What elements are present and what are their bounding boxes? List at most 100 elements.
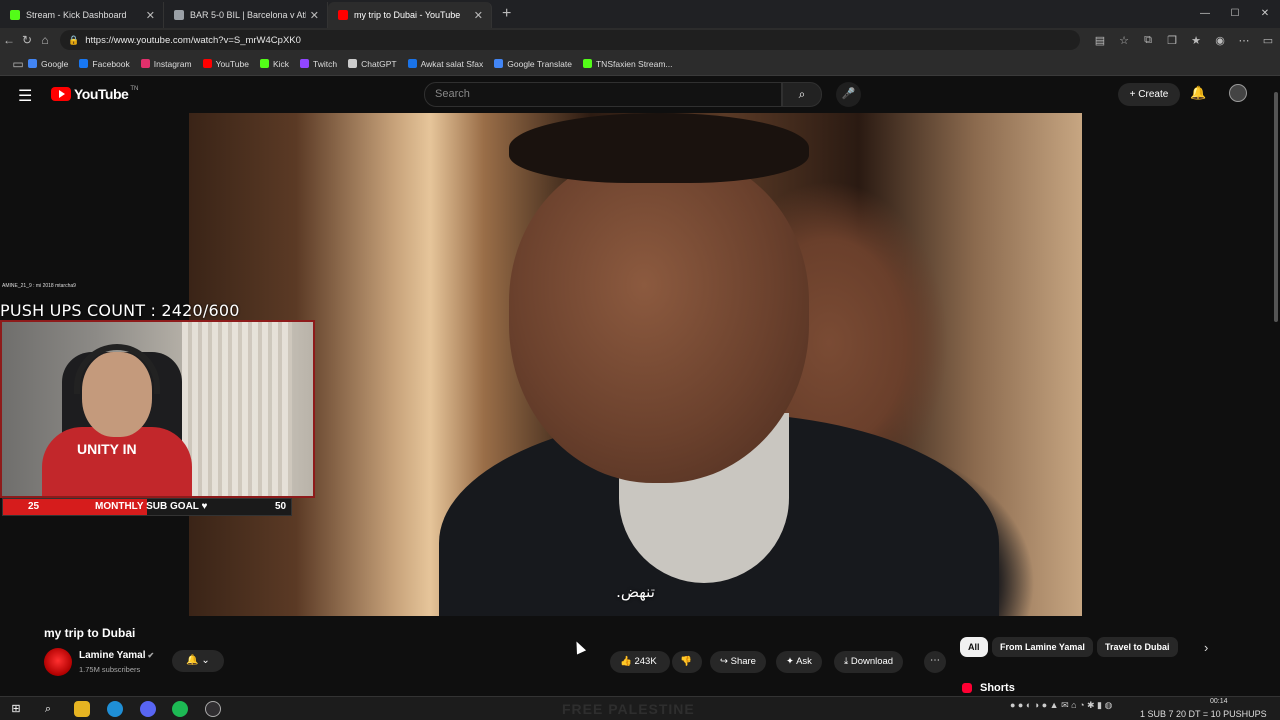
scrollbar-thumb[interactable] — [1274, 92, 1278, 322]
create-label: Create — [1138, 89, 1169, 100]
download-button[interactable]: ⤓ Download — [834, 651, 904, 673]
maximize-button[interactable]: ☐ — [1220, 0, 1250, 28]
bookmarks-bar: ▭ Google Facebook Instagram YouTube Kick… — [0, 52, 1280, 76]
profile-icon[interactable]: ◉ — [1208, 34, 1232, 47]
youtube-logo[interactable]: YouTube TN — [51, 86, 138, 102]
video-player[interactable]: تنهض. — [189, 113, 1082, 616]
bookmark-label: ChatGPT — [361, 58, 397, 69]
bookmark-translate[interactable]: Google Translate — [494, 59, 572, 69]
thumbs-up-icon: 👍 — [620, 656, 632, 667]
youtube-icon — [338, 10, 348, 20]
youtube-play-icon — [51, 87, 71, 101]
dislike-button[interactable]: 👎 — [672, 651, 702, 673]
subscription-bell-button[interactable]: 🔔 ⌄ — [172, 650, 224, 672]
file-explorer-icon[interactable] — [74, 701, 90, 717]
url-field[interactable]: 🔒 https://www.youtube.com/watch?v=S_mrW4… — [60, 30, 1080, 50]
sparkle-icon: ✦ — [786, 656, 794, 667]
notifications-bell-icon[interactable]: 🔔 — [1190, 85, 1206, 101]
collections-icon[interactable]: ❐ — [1160, 34, 1184, 47]
bookmark-kick[interactable]: Kick — [259, 59, 289, 69]
channel-avatar[interactable] — [44, 648, 72, 676]
share-icon: ↪ — [720, 656, 728, 667]
bookmark-instagram[interactable]: Instagram — [140, 59, 192, 69]
close-icon[interactable]: ✕ — [310, 9, 319, 22]
close-icon[interactable]: ✕ — [474, 9, 483, 22]
chip-travel-to-dubai[interactable]: Travel to Dubai — [1097, 637, 1178, 657]
logo-text: YouTube — [74, 86, 129, 102]
chevron-right-icon[interactable]: › — [1204, 640, 1208, 655]
search-icon[interactable]: ⌕ — [40, 701, 56, 717]
subscriber-count: 1.75M subscribers — [79, 665, 141, 674]
create-button[interactable]: + Create — [1118, 83, 1180, 106]
menu-dots-icon[interactable]: ⋯ — [1232, 34, 1256, 47]
url-text: https://www.youtube.com/watch?v=S_mrW4Cp… — [85, 34, 301, 46]
home-icon[interactable]: ⌂ — [36, 33, 54, 47]
tab-youtube[interactable]: my trip to Dubai - YouTube ✕ — [328, 2, 492, 28]
bookmark-label: Google Translate — [507, 58, 572, 69]
bookmark-awkat[interactable]: Awkat salat Sfax — [407, 58, 484, 69]
share-button[interactable]: ↪ Share — [710, 651, 766, 673]
channel-name[interactable]: Lamine Yamal ✔ — [79, 650, 154, 661]
sports-icon — [174, 10, 184, 20]
bookmark-label: Awkat salat Sfax — [420, 58, 484, 69]
spotify-icon[interactable] — [172, 701, 188, 717]
bookmark-youtube[interactable]: YouTube — [202, 59, 249, 69]
minimize-button[interactable]: — — [1190, 0, 1220, 28]
new-tab-button[interactable]: + — [502, 2, 511, 28]
obs-icon[interactable] — [205, 701, 221, 717]
video-subtitle: تنهض. — [616, 583, 655, 601]
extensions-icon[interactable]: ⧉ — [1136, 34, 1160, 47]
page-scrollbar[interactable] — [1272, 76, 1280, 696]
more-actions-icon[interactable]: ⋯ — [924, 651, 946, 673]
shorts-heading: Shorts — [962, 682, 1015, 694]
bookmark-label: Google — [41, 58, 69, 69]
favorites-icon[interactable]: ★ — [1184, 34, 1208, 47]
close-window-button[interactable]: ✕ — [1250, 0, 1280, 28]
search-input[interactable]: Search — [424, 82, 782, 107]
watermark-text: FREE PALESTINE — [562, 701, 695, 717]
webcam-overlay: UNITY IN — [0, 320, 315, 498]
ask-button[interactable]: ✦ Ask — [776, 651, 822, 673]
chevron-down-icon: ⌄ — [201, 655, 210, 666]
windows-start-icon[interactable]: ⊞ — [8, 701, 24, 717]
chip-all[interactable]: All — [960, 637, 988, 657]
lock-icon: 🔒 — [68, 34, 80, 45]
tab-kick[interactable]: Stream - Kick Dashboard ✕ — [0, 2, 164, 28]
video-frame-hair — [509, 113, 809, 183]
youtube-header: ☰ YouTube TN Search ⌕ 🎤 + Create 🔔 — [0, 76, 1280, 113]
like-button[interactable]: 👍 243K — [610, 651, 670, 673]
bookmarks-folder-icon[interactable]: ▭ — [8, 57, 28, 71]
pushups-counter: PUSH UPS COUNT : 2420/600 — [0, 301, 240, 320]
microphone-icon[interactable]: 🎤 — [836, 82, 861, 107]
tab-title: BAR 5-0 BIL | Barcelona v Ath Bilba — [190, 10, 306, 20]
shirt-text: UNITY IN — [77, 441, 137, 457]
facebook-icon — [79, 59, 89, 68]
twitch-icon — [300, 59, 310, 68]
bookmark-facebook[interactable]: Facebook — [79, 59, 130, 69]
window-controls: — ☐ ✕ — [1190, 0, 1280, 28]
shorts-icon — [962, 683, 972, 694]
close-icon[interactable]: ✕ — [146, 9, 155, 22]
bookmark-label: TNSfaxien Stream... — [595, 58, 673, 69]
bookmark-chatgpt[interactable]: ChatGPT — [348, 58, 397, 69]
chatgpt-icon — [348, 59, 358, 68]
back-icon[interactable]: ← — [0, 33, 18, 47]
tab-title: Stream - Kick Dashboard — [26, 10, 127, 20]
discord-icon[interactable] — [140, 701, 156, 717]
instagram-icon — [140, 59, 150, 68]
reload-icon[interactable]: ↻ — [18, 33, 36, 47]
tab-barcelona[interactable]: BAR 5-0 BIL | Barcelona v Ath Bilba ✕ — [164, 2, 328, 28]
search-icon[interactable]: ⌕ — [782, 82, 822, 107]
account-avatar[interactable] — [1229, 84, 1247, 102]
edge-icon[interactable] — [107, 701, 123, 717]
sidebar-icon[interactable]: ▭ — [1256, 34, 1280, 47]
reader-icon[interactable]: ▤ — [1088, 34, 1112, 47]
favorite-star-icon[interactable]: ☆ — [1112, 34, 1136, 47]
google-icon — [28, 59, 37, 68]
bookmark-tnsfaxien[interactable]: TNSfaxien Stream... — [582, 58, 673, 69]
chip-from-lamine-yamal[interactable]: From Lamine Yamal — [992, 637, 1093, 657]
bookmark-google[interactable]: Google — [28, 59, 68, 69]
shorts-label: Shorts — [980, 682, 1015, 694]
bookmark-twitch[interactable]: Twitch — [300, 59, 337, 69]
hamburger-menu-icon[interactable]: ☰ — [18, 86, 32, 106]
